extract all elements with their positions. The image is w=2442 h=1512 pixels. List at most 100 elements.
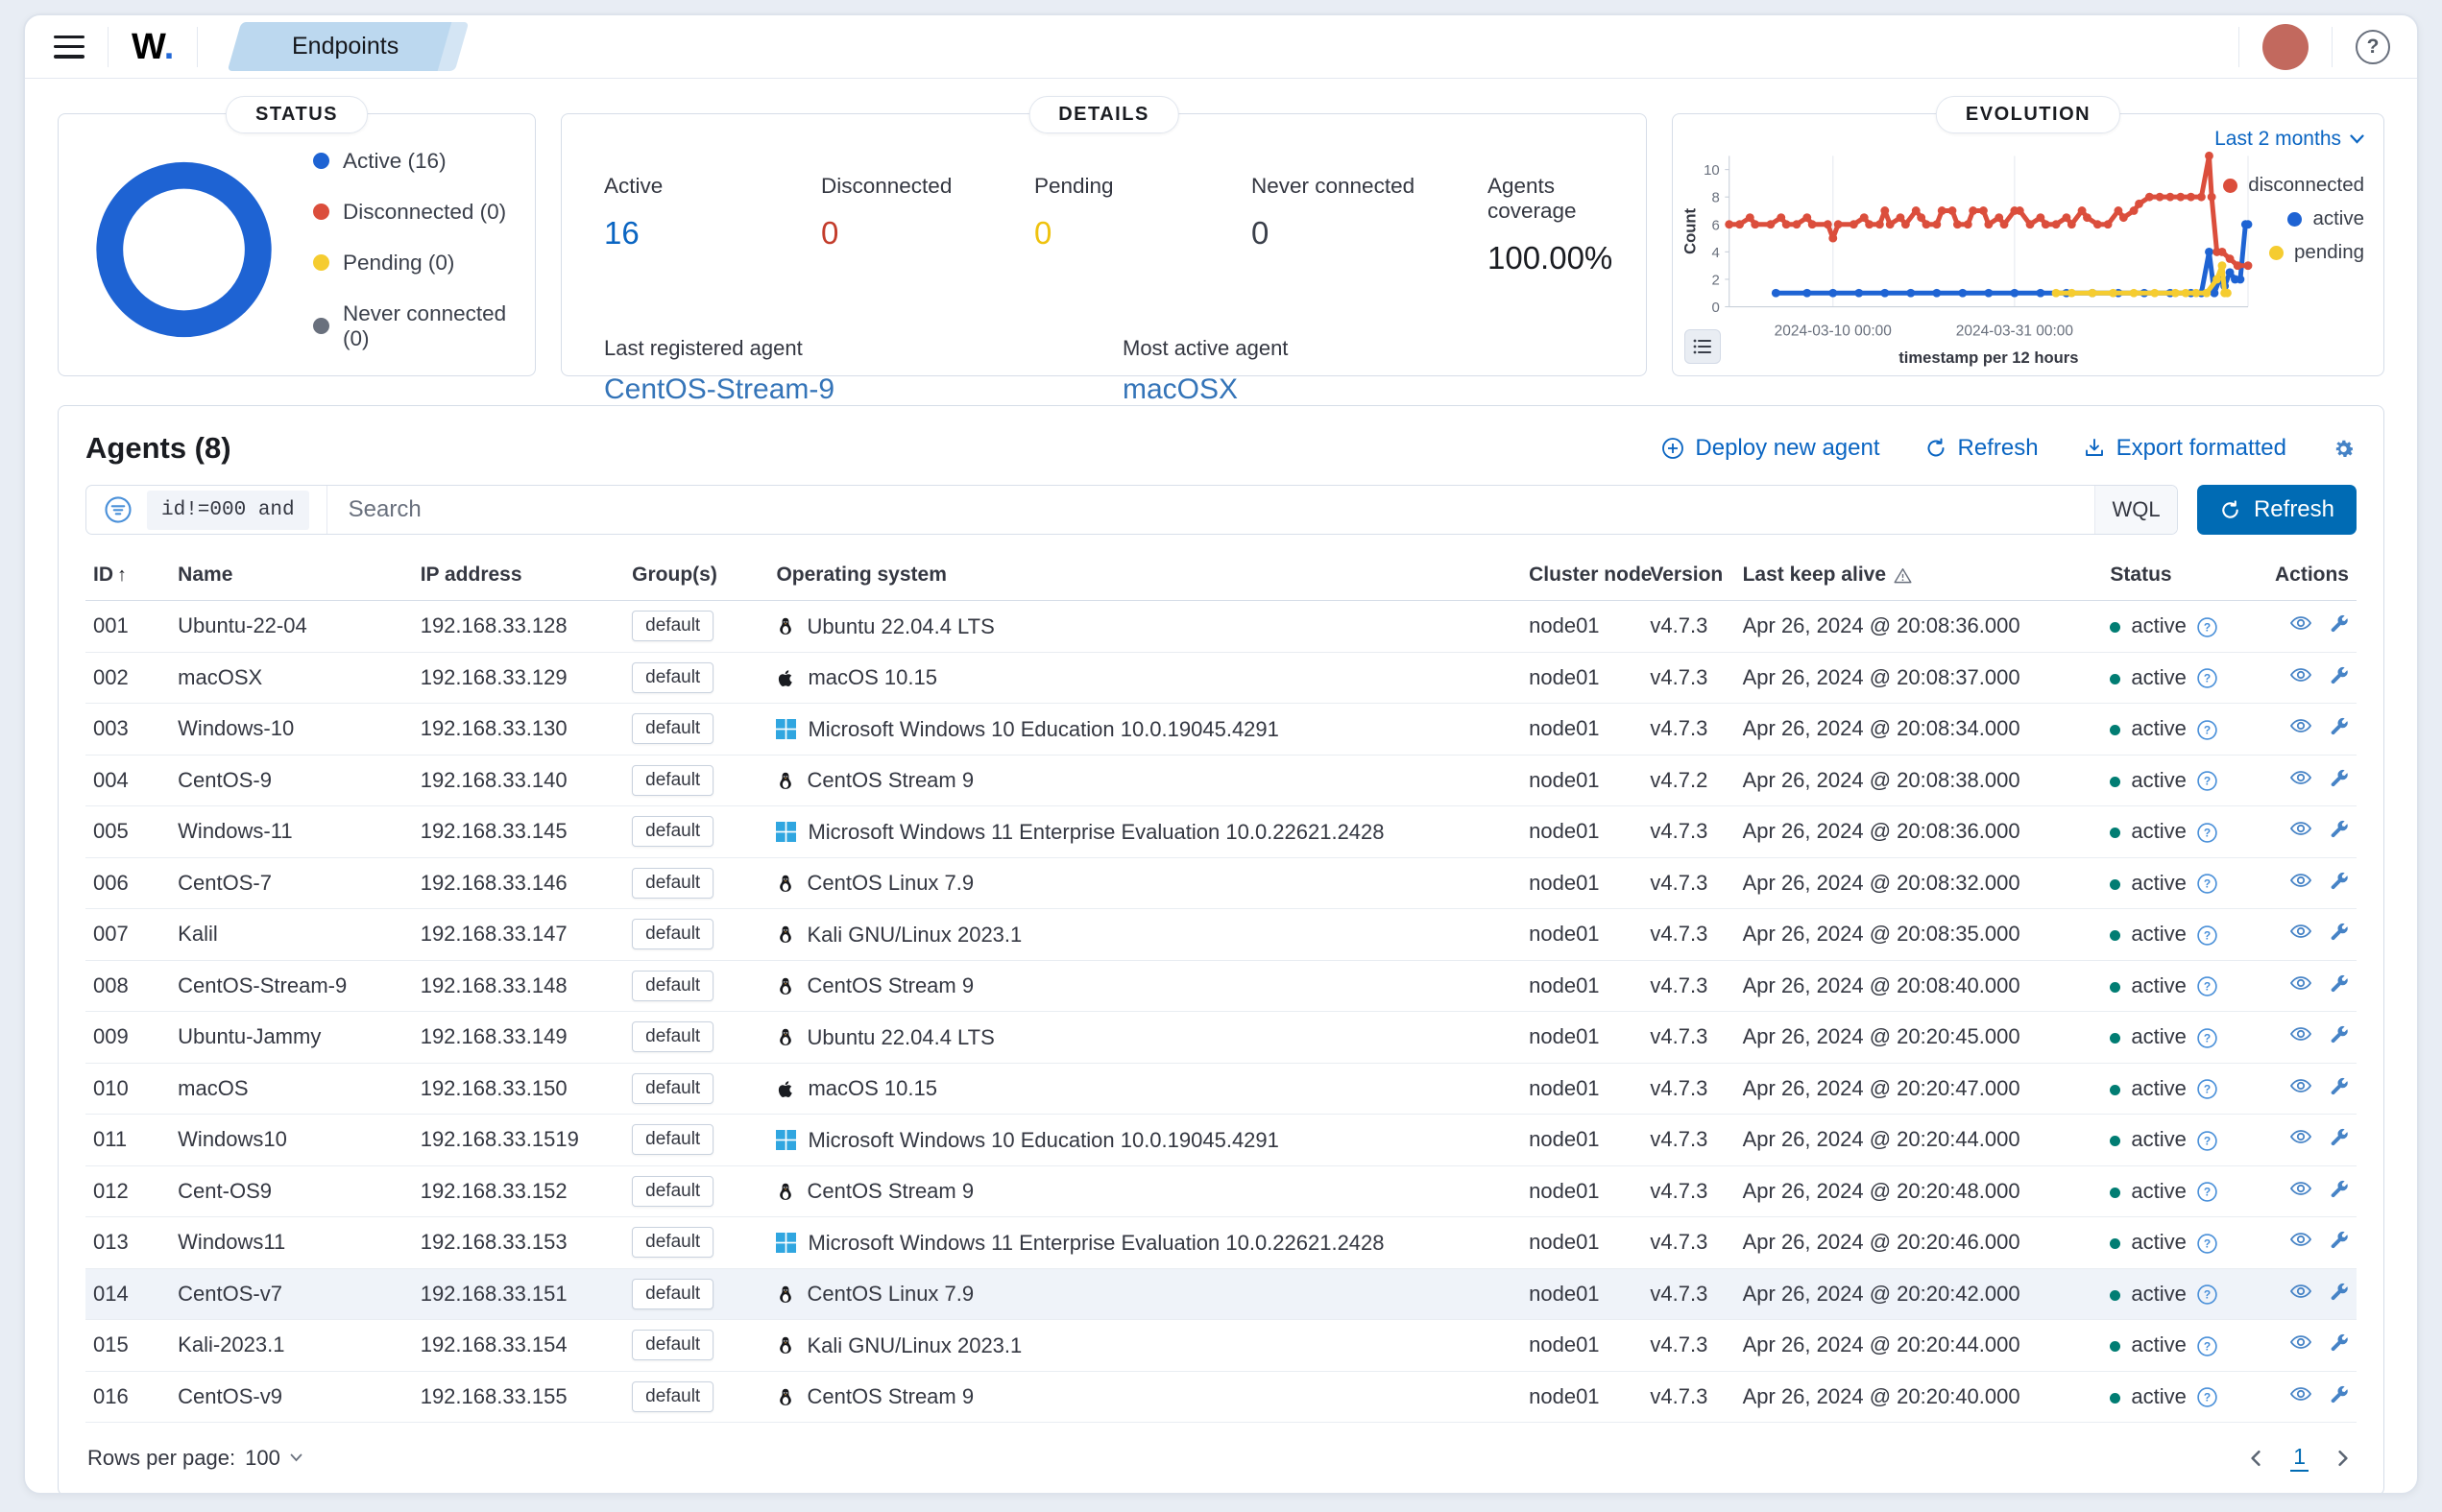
- configure-agent-icon[interactable]: [2328, 1384, 2349, 1405]
- status-help-icon[interactable]: ?: [2196, 1181, 2218, 1203]
- table-settings-button[interactable]: [2331, 436, 2357, 462]
- view-agent-icon[interactable]: [2289, 612, 2312, 635]
- menu-icon[interactable]: [54, 36, 85, 59]
- group-badge[interactable]: default: [632, 816, 713, 847]
- status-help-icon[interactable]: ?: [2196, 770, 2218, 792]
- filter-circle-icon[interactable]: [104, 495, 133, 524]
- configure-agent-icon[interactable]: [2328, 1230, 2349, 1251]
- group-badge[interactable]: default: [632, 765, 713, 796]
- status-help-icon[interactable]: ?: [2196, 616, 2218, 638]
- rows-per-page-selector[interactable]: Rows per page: 100: [87, 1446, 302, 1471]
- configure-agent-icon[interactable]: [2328, 973, 2349, 995]
- configure-agent-icon[interactable]: [2328, 1076, 2349, 1097]
- view-agent-icon[interactable]: [2289, 972, 2312, 995]
- wql-toggle[interactable]: WQL: [2094, 486, 2177, 534]
- column-header-version[interactable]: Version: [1642, 554, 1734, 601]
- configure-agent-icon[interactable]: [2328, 922, 2349, 943]
- status-help-icon[interactable]: ?: [2196, 873, 2218, 895]
- user-avatar[interactable]: [2262, 24, 2309, 70]
- evolution-legend-item[interactable]: disconnected: [2223, 174, 2364, 197]
- refresh-link[interactable]: Refresh: [1924, 435, 2039, 462]
- group-badge[interactable]: default: [632, 611, 713, 641]
- status-help-icon[interactable]: ?: [2196, 1284, 2218, 1306]
- query-prefix-chip[interactable]: id!=000 and: [147, 491, 309, 530]
- status-help-icon[interactable]: ?: [2196, 1130, 2218, 1152]
- deploy-new-agent-button[interactable]: Deploy new agent: [1661, 435, 1879, 462]
- view-agent-icon[interactable]: [2289, 920, 2312, 943]
- breadcrumb-endpoints[interactable]: Endpoints: [228, 22, 464, 71]
- configure-agent-icon[interactable]: [2328, 871, 2349, 892]
- wazuh-logo[interactable]: W.: [132, 29, 174, 65]
- configure-agent-icon[interactable]: [2328, 716, 2349, 737]
- group-badge[interactable]: default: [632, 1330, 713, 1360]
- page-number[interactable]: 1: [2290, 1444, 2309, 1472]
- status-help-icon[interactable]: ?: [2196, 1335, 2218, 1357]
- refresh-button[interactable]: Refresh: [2197, 485, 2357, 535]
- view-agent-icon[interactable]: [2289, 1022, 2312, 1045]
- group-badge[interactable]: default: [632, 1073, 713, 1104]
- status-help-icon[interactable]: ?: [2196, 1078, 2218, 1100]
- view-agent-icon[interactable]: [2289, 766, 2312, 789]
- column-header-os[interactable]: Operating system: [768, 554, 1521, 601]
- column-header-cluster-node[interactable]: Cluster node: [1521, 554, 1642, 601]
- export-formatted-button[interactable]: Export formatted: [2083, 435, 2286, 462]
- column-header-id[interactable]: ID↑: [85, 554, 170, 601]
- help-icon[interactable]: ?: [2356, 30, 2390, 64]
- last-registered-agent-link[interactable]: CentOS-Stream-9: [604, 373, 1123, 406]
- view-agent-icon[interactable]: [2289, 1331, 2312, 1354]
- configure-agent-icon[interactable]: [2328, 819, 2349, 840]
- configure-agent-icon[interactable]: [2328, 1127, 2349, 1148]
- group-badge[interactable]: default: [632, 1227, 713, 1258]
- status-legend-item[interactable]: Pending (0): [313, 251, 516, 276]
- group-badge[interactable]: default: [632, 1176, 713, 1207]
- configure-agent-icon[interactable]: [2328, 1024, 2349, 1045]
- group-badge[interactable]: default: [632, 1124, 713, 1155]
- view-agent-icon[interactable]: [2289, 1280, 2312, 1303]
- legend-toggle-button[interactable]: [1684, 329, 1721, 364]
- configure-agent-icon[interactable]: [2328, 1179, 2349, 1200]
- status-help-icon[interactable]: ?: [2196, 822, 2218, 844]
- status-legend-item[interactable]: Never connected (0): [313, 301, 516, 351]
- status-help-icon[interactable]: ?: [2196, 1386, 2218, 1408]
- status-help-icon[interactable]: ?: [2196, 667, 2218, 689]
- column-header-last-keep-alive[interactable]: Last keep alive: [1735, 554, 2103, 601]
- view-agent-icon[interactable]: [2289, 714, 2312, 737]
- column-header-status[interactable]: Status: [2102, 554, 2254, 601]
- configure-agent-icon[interactable]: [2328, 1282, 2349, 1303]
- view-agent-icon[interactable]: [2289, 1228, 2312, 1251]
- group-badge[interactable]: default: [632, 713, 713, 744]
- configure-agent-icon[interactable]: [2328, 613, 2349, 635]
- configure-agent-icon[interactable]: [2328, 1332, 2349, 1354]
- most-active-agent-link[interactable]: macOSX: [1123, 373, 1646, 406]
- view-agent-icon[interactable]: [2289, 1074, 2312, 1097]
- previous-page-icon[interactable]: [2248, 1450, 2263, 1467]
- group-badge[interactable]: default: [632, 1021, 713, 1052]
- view-agent-icon[interactable]: [2289, 869, 2312, 892]
- view-agent-icon[interactable]: [2289, 1125, 2312, 1148]
- configure-agent-icon[interactable]: [2328, 665, 2349, 686]
- column-header-name[interactable]: Name: [170, 554, 413, 601]
- column-header-groups[interactable]: Group(s): [624, 554, 768, 601]
- group-badge[interactable]: default: [632, 1279, 713, 1309]
- view-agent-icon[interactable]: [2289, 1382, 2312, 1405]
- status-legend-item[interactable]: Disconnected (0): [313, 200, 516, 225]
- group-badge[interactable]: default: [632, 971, 713, 1001]
- group-badge[interactable]: default: [632, 868, 713, 899]
- group-badge[interactable]: default: [632, 919, 713, 949]
- status-help-icon[interactable]: ?: [2196, 719, 2218, 741]
- group-badge[interactable]: default: [632, 662, 713, 693]
- status-legend-item[interactable]: Active (16): [313, 149, 516, 174]
- status-help-icon[interactable]: ?: [2196, 924, 2218, 947]
- column-header-ip[interactable]: IP address: [413, 554, 624, 601]
- next-page-icon[interactable]: [2335, 1450, 2351, 1467]
- status-help-icon[interactable]: ?: [2196, 1233, 2218, 1255]
- search-input[interactable]: [327, 496, 2094, 523]
- status-help-icon[interactable]: ?: [2196, 975, 2218, 997]
- configure-agent-icon[interactable]: [2328, 768, 2349, 789]
- view-agent-icon[interactable]: [2289, 663, 2312, 686]
- view-agent-icon[interactable]: [2289, 817, 2312, 840]
- view-agent-icon[interactable]: [2289, 1177, 2312, 1200]
- evolution-legend-item[interactable]: active: [2287, 207, 2364, 230]
- group-badge[interactable]: default: [632, 1381, 713, 1412]
- status-help-icon[interactable]: ?: [2196, 1027, 2218, 1049]
